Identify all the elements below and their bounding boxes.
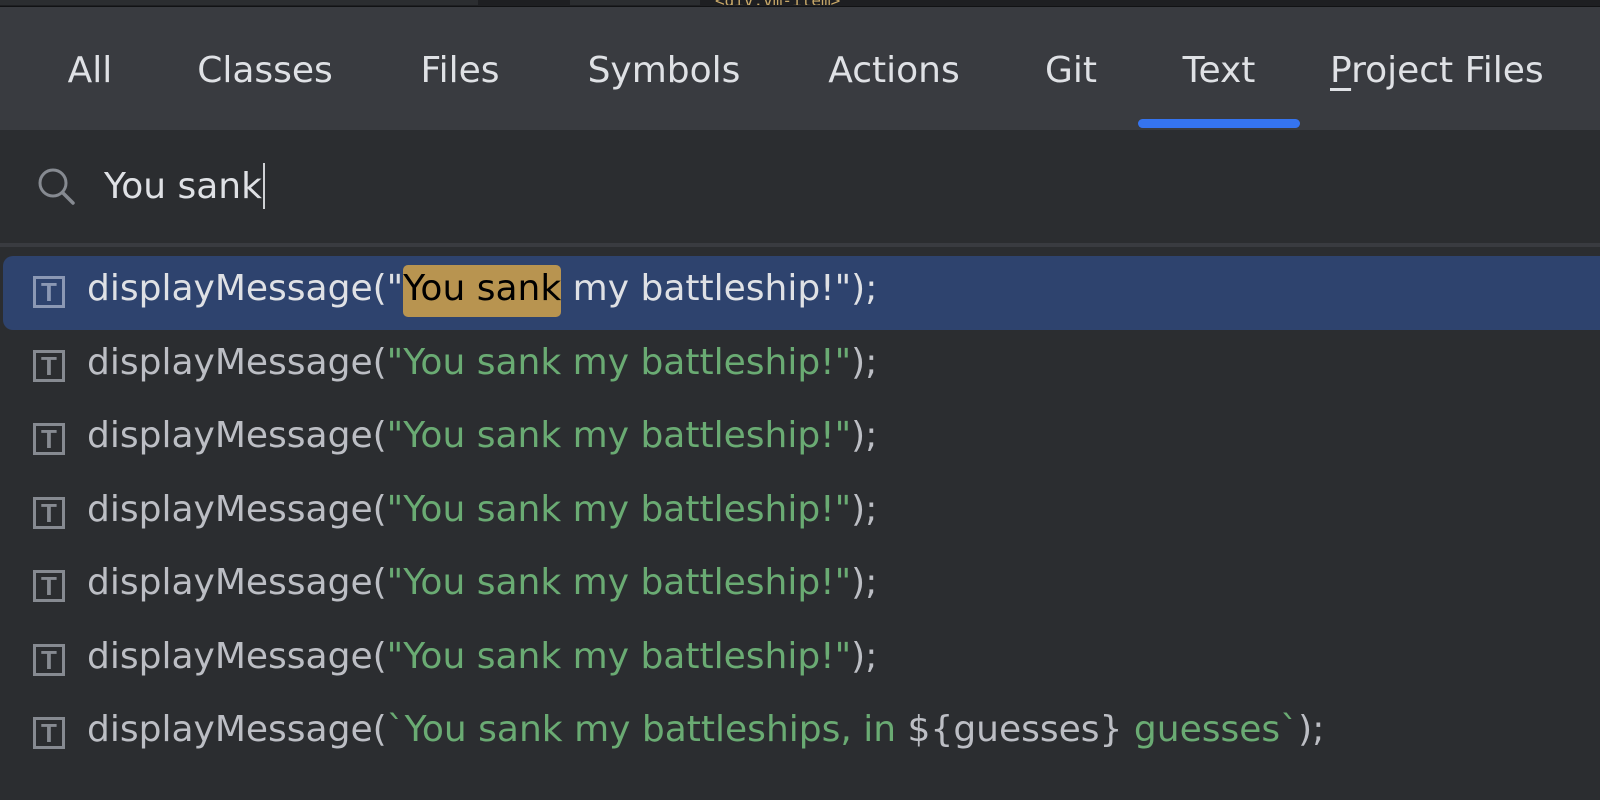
result-text: displayMessage(`You sank my battleships,… [87, 709, 1325, 750]
text-caret [262, 163, 265, 209]
result-row[interactable]: T displayMessage("You sank my battleship… [0, 550, 1600, 624]
result-text: displayMessage("You sank my battleship!"… [87, 562, 878, 603]
text-file-icon: T [33, 496, 65, 529]
result-text: displayMessage("You sank my battleship!"… [87, 488, 878, 530]
text-file-icon: T [33, 276, 65, 308]
tab-files[interactable]: Files [405, 7, 515, 130]
result-row[interactable]: T displayMessage("You sank my battleship… [0, 624, 1600, 698]
search-icon [38, 168, 75, 205]
result-row[interactable]: T displayMessage("You sank my battleship… [0, 330, 1600, 404]
result-row[interactable]: T displayMessage("You sank my battleship… [0, 403, 1600, 477]
tab-all[interactable]: All [50, 7, 130, 130]
match-highlight: You sank [403, 265, 562, 317]
search-everywhere-tabs: All Classes Files Symbols Actions Git Te… [0, 7, 1600, 130]
active-tab-indicator [1138, 119, 1300, 128]
mnemonic: P [1330, 50, 1352, 91]
tab-symbols[interactable]: Symbols [572, 7, 756, 130]
editor-tab-strip [0, 0, 478, 5]
result-text: displayMessage("You sank my battleship!"… [87, 265, 877, 317]
text-file-icon: T [33, 643, 65, 676]
result-row[interactable]: T displayMessage("You sank my battleship… [3, 256, 1600, 330]
result-text: displayMessage("You sank my battleship!"… [87, 415, 878, 456]
tab-actions[interactable]: Actions [812, 7, 976, 130]
text-file-icon: T [33, 717, 65, 749]
background-code-peek: <div:vm-item> [715, 0, 1095, 5]
result-row[interactable]: T displayMessage("You sank my battleship… [0, 477, 1600, 551]
search-input[interactable]: You sank [104, 158, 265, 214]
background-editor-strip: <div:vm-item> [0, 0, 1600, 7]
tab-git[interactable]: Git [1032, 7, 1110, 130]
search-bar: You sank [0, 130, 1600, 243]
text-file-icon: T [33, 349, 65, 382]
tab-classes[interactable]: Classes [180, 7, 350, 130]
editor-tab-strip [570, 0, 700, 5]
result-row[interactable]: T displayMessage(`You sank my battleship… [0, 697, 1600, 771]
result-text: displayMessage("You sank my battleship!"… [87, 341, 878, 383]
result-text: displayMessage("You sank my battleship!"… [87, 635, 878, 677]
text-file-icon: T [33, 570, 65, 602]
text-file-icon: T [33, 423, 65, 455]
search-divider [0, 243, 1600, 247]
results-list: T displayMessage("You sank my battleship… [0, 256, 1600, 771]
tab-text[interactable]: Text [1138, 7, 1300, 130]
tab-project-files[interactable]: Project Files [1330, 7, 1570, 130]
